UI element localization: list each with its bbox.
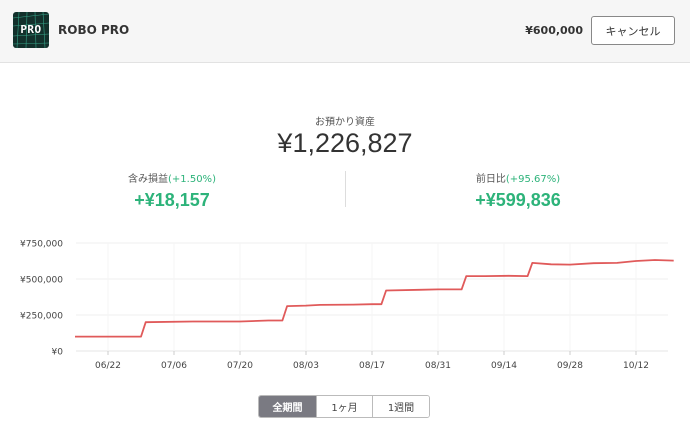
x-tick-label: 07/06 (161, 361, 187, 371)
balance-value: ¥1,226,827 (277, 128, 413, 158)
unrealized-gain-title: 含み損益 (128, 174, 169, 185)
day-change-label: 前日比(+95.67%) (393, 170, 643, 185)
y-tick-label: ¥0 (52, 348, 64, 358)
x-tick-label: 08/17 (359, 361, 385, 371)
tab-one-month[interactable]: 1ヶ月 (317, 396, 373, 417)
y-tick-label: ¥250,000 (20, 312, 63, 322)
tab-one-week[interactable]: 1週間 (373, 396, 429, 417)
x-tick-label: 06/22 (95, 361, 121, 371)
x-tick-label: 10/12 (623, 361, 649, 371)
x-tick-label: 09/28 (557, 361, 583, 371)
investment-amount: ¥600,000 (525, 24, 583, 37)
day-change-title: 前日比 (475, 174, 506, 185)
y-tick-label: ¥750,000 (20, 240, 63, 250)
app-name: ROBO PRO (58, 23, 130, 37)
day-change-value: +¥599,836 (475, 190, 561, 210)
unrealized-gain-stat: 含み損益(+1.50%) +¥18,157 (47, 170, 297, 211)
period-selector: 全期間 1ヶ月 1週間 (258, 395, 430, 418)
x-tick-label: 07/20 (227, 361, 253, 371)
day-change-stat: 前日比(+95.67%) +¥599,836 (393, 170, 643, 211)
unrealized-gain-value: +¥18,157 (134, 190, 210, 210)
stat-divider (345, 171, 346, 207)
unrealized-gain-label: 含み損益(+1.50%) (47, 170, 297, 185)
balance-label: お預かり資産 (315, 117, 375, 128)
unrealized-gain-pct: (+1.50%) (168, 174, 216, 185)
y-tick-label: ¥500,000 (20, 276, 63, 286)
x-tick-label: 08/31 (425, 361, 451, 371)
asset-line-chart: ¥750,000 ¥500,000 ¥250,000 ¥0 06/22 07/06 07/2… (20, 240, 674, 371)
tab-all-period[interactable]: 全期間 (259, 396, 317, 417)
app-logo: PRO (13, 12, 49, 48)
day-change-pct: (+95.67%) (505, 174, 561, 185)
x-tick-label: 08/03 (293, 361, 319, 371)
logo-text: PRO (20, 23, 42, 36)
series-line (75, 259, 674, 338)
x-tick-label: 09/14 (491, 361, 517, 371)
header-bar: PRO ROBO PRO ¥600,000 キャンセル (0, 0, 690, 63)
cancel-button[interactable]: キャンセル (591, 16, 675, 45)
